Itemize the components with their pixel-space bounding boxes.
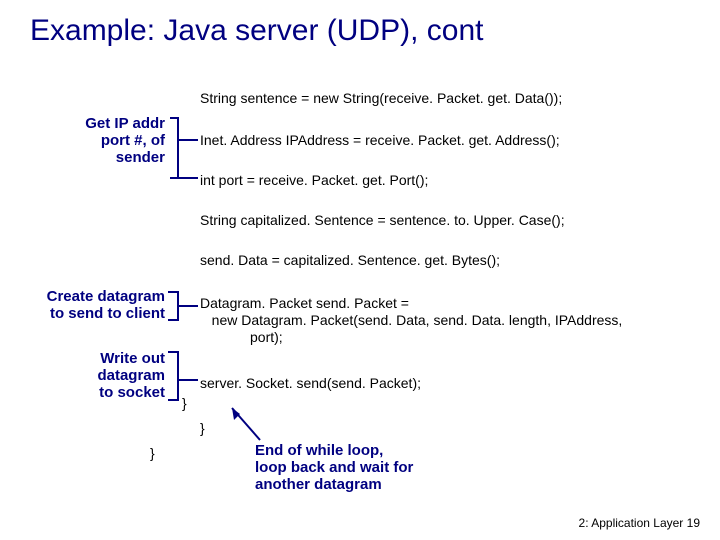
- annotation-endloop: End of while loop, loop back and wait fo…: [255, 442, 413, 493]
- code-brace-2: }: [200, 420, 205, 436]
- code-line-4: String capitalized. Sentence = sentence.…: [200, 212, 565, 228]
- annotation-create: Create datagram to send to client: [0, 288, 165, 322]
- code-line-3: int port = receive. Packet. get. Port();: [200, 172, 428, 188]
- code-brace-1: }: [182, 395, 187, 411]
- footer-chapter: 2: Application Layer: [579, 516, 684, 530]
- annotation-write: Write out datagram to socket: [35, 350, 165, 401]
- footer-page: 19: [687, 516, 700, 530]
- slide: Example: Java server (UDP), cont String …: [0, 0, 720, 540]
- code-line-6a: Datagram. Packet send. Packet =: [200, 295, 409, 311]
- code-line-6c: port);: [250, 329, 283, 345]
- slide-title: Example: Java server (UDP), cont: [30, 14, 483, 48]
- footer: 2: Application Layer 19: [579, 516, 700, 530]
- code-line-7: server. Socket. send(send. Packet);: [200, 375, 421, 391]
- code-line-5: send. Data = capitalized. Sentence. get.…: [200, 252, 500, 268]
- annotation-get-ip: Get IP addr port #, of sender: [35, 115, 165, 166]
- code-line-6b: new Datagram. Packet(send. Data, send. D…: [200, 312, 622, 328]
- code-line-2: Inet. Address IPAddress = receive. Packe…: [200, 132, 560, 148]
- code-brace-3: }: [150, 445, 155, 461]
- code-line-1: String sentence = new String(receive. Pa…: [200, 90, 562, 106]
